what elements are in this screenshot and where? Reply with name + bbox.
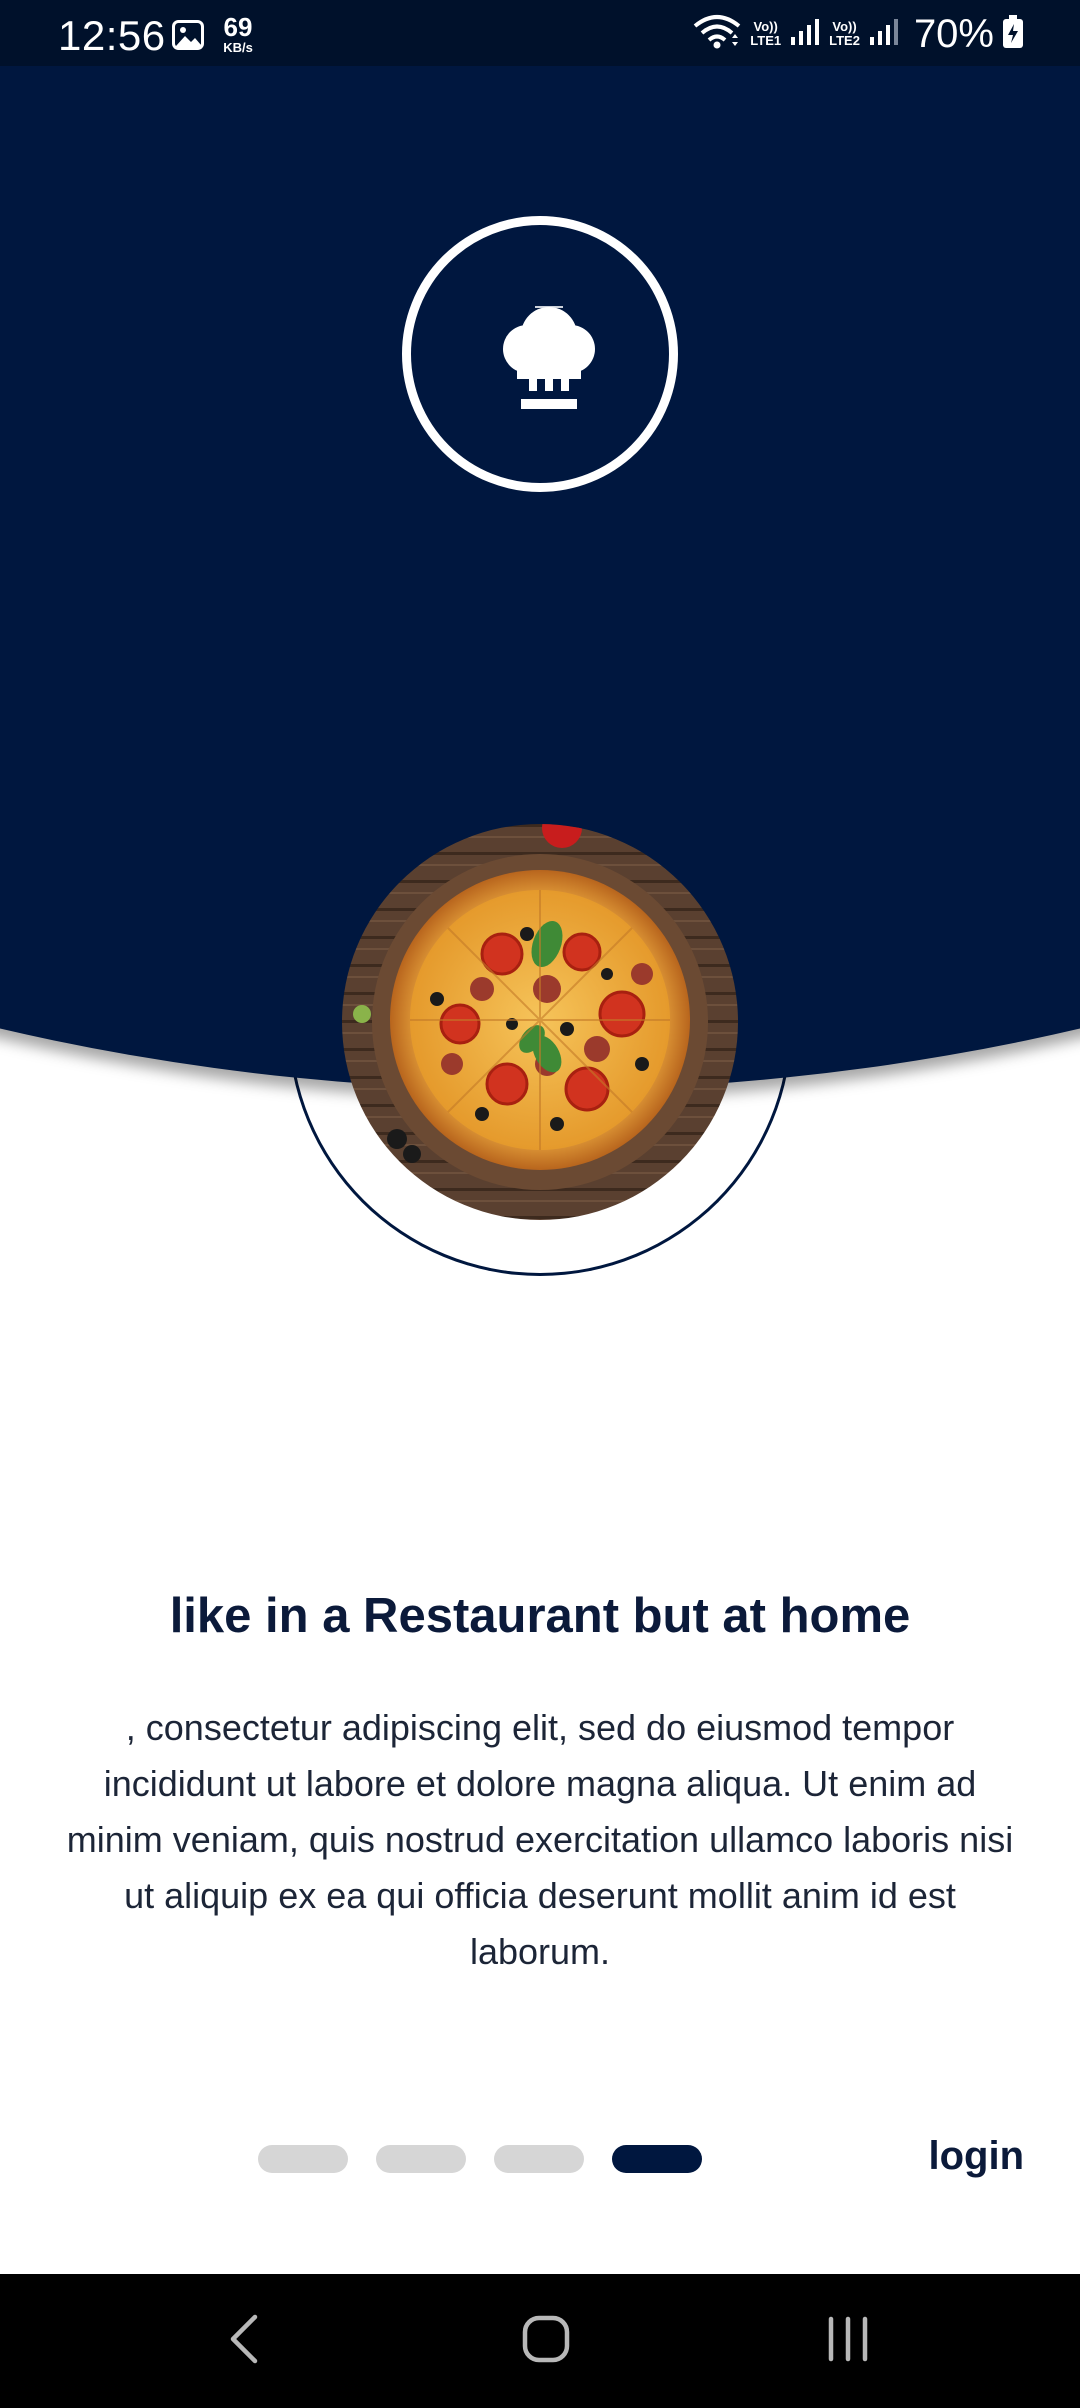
home-icon: [521, 2314, 571, 2369]
sim1-volte: Vo)) LTE1: [750, 20, 781, 47]
home-button[interactable]: [486, 2304, 606, 2378]
sim2-volte-label: Vo)): [832, 19, 857, 35]
back-icon: [227, 2313, 261, 2370]
page-indicator: [258, 2145, 702, 2173]
gallery-icon: [172, 20, 204, 50]
status-indicators: Vo)) LTE1 Vo)) LTE2 70%: [692, 12, 1024, 56]
net-speed: 69 KB/s: [216, 14, 260, 54]
onboarding-title: like in a Restaurant but at home: [169, 1589, 911, 1643]
system-nav-bar: [0, 2274, 1080, 2408]
signal-icon: [789, 17, 821, 52]
back-button[interactable]: [184, 2304, 304, 2378]
onboarding-description: , consectetur adipiscing elit, sed do ei…: [66, 1707, 1014, 1972]
page-indicator-dot-3[interactable]: [494, 2145, 584, 2173]
sim1-lte-label: LTE1: [750, 33, 782, 48]
sim2-lte-label: LTE2: [829, 33, 860, 48]
login-button[interactable]: login: [928, 2134, 1024, 2179]
onboarding-screen: 12:56 69 KB/s Vo)) LTE1 Vo)) LTE2 70% li…: [0, 0, 1080, 2408]
wifi-icon: [692, 14, 742, 55]
page-indicator-dot-1[interactable]: [258, 2145, 348, 2173]
net-speed-value: 69: [223, 12, 253, 42]
battery-charging-icon: [1002, 14, 1024, 54]
net-speed-unit: KB/s: [223, 40, 253, 55]
battery-percent: 70%: [913, 11, 994, 56]
signal-icon: [868, 17, 900, 52]
page-indicator-dot-4[interactable]: [612, 2145, 702, 2173]
status-bar: 12:56 69 KB/s Vo)) LTE1 Vo)) LTE2 70%: [0, 0, 1080, 66]
page-indicator-dot-2[interactable]: [376, 2145, 466, 2173]
sim2-volte: Vo)) LTE2: [829, 20, 860, 47]
recents-icon: [823, 2315, 873, 2368]
logo-badge: [402, 216, 678, 492]
status-time: 12:56: [58, 12, 166, 59]
sim1-volte-label: Vo)): [753, 19, 778, 35]
pizza-photo: [342, 824, 738, 1220]
recents-button[interactable]: [788, 2304, 908, 2378]
